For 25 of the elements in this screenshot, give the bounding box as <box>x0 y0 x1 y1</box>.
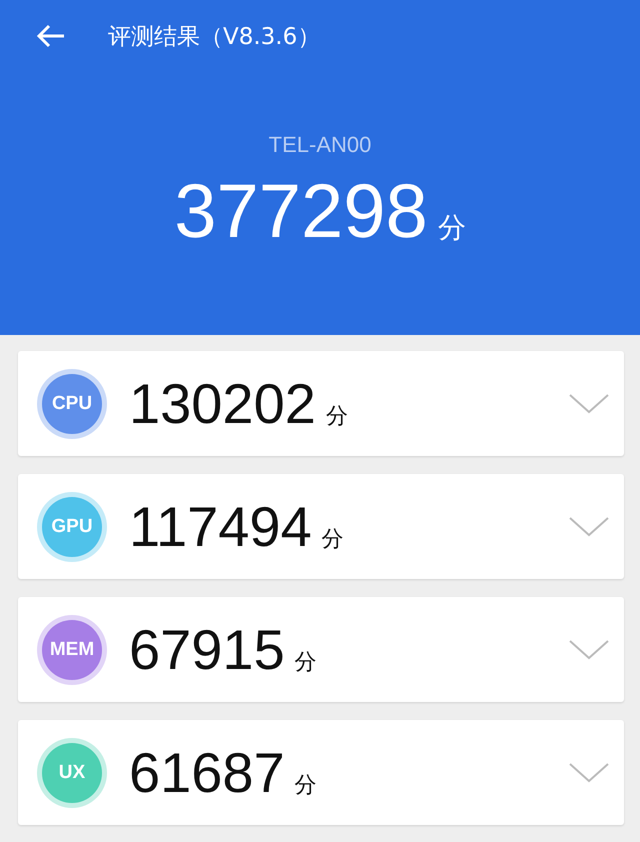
score-unit: 分 <box>438 210 466 246</box>
category-badge: UX <box>42 742 102 802</box>
score-card[interactable]: MEM 67915 分 <box>18 597 624 702</box>
score-unit: 分 <box>294 648 317 676</box>
category-badge: CPU <box>42 374 102 434</box>
score-card[interactable]: CPU 130202 分 <box>18 351 624 456</box>
score-card[interactable]: GPU 117494 分 <box>18 474 624 579</box>
chevron-down-icon[interactable] <box>568 392 610 414</box>
category-badge: GPU <box>42 496 102 556</box>
category-score: 117494 <box>129 494 312 559</box>
total-score: 377298 <box>174 174 428 250</box>
chevron-down-icon[interactable] <box>568 516 610 538</box>
score-unit: 分 <box>294 772 317 800</box>
score-card[interactable]: UX 61687 分 <box>18 720 624 825</box>
back-arrow-icon[interactable] <box>36 24 66 48</box>
chevron-down-icon[interactable] <box>568 638 610 660</box>
category-badge: MEM <box>42 620 102 680</box>
category-score: 67915 <box>129 617 285 682</box>
score-unit: 分 <box>322 526 344 554</box>
score-unit: 分 <box>326 402 348 430</box>
category-score: 130202 <box>129 371 316 436</box>
page-title: 评测结果（V8.3.6） <box>108 22 320 52</box>
device-name: TEL-AN00 <box>268 132 372 158</box>
chevron-down-icon[interactable] <box>568 762 610 784</box>
category-score: 61687 <box>129 740 285 805</box>
